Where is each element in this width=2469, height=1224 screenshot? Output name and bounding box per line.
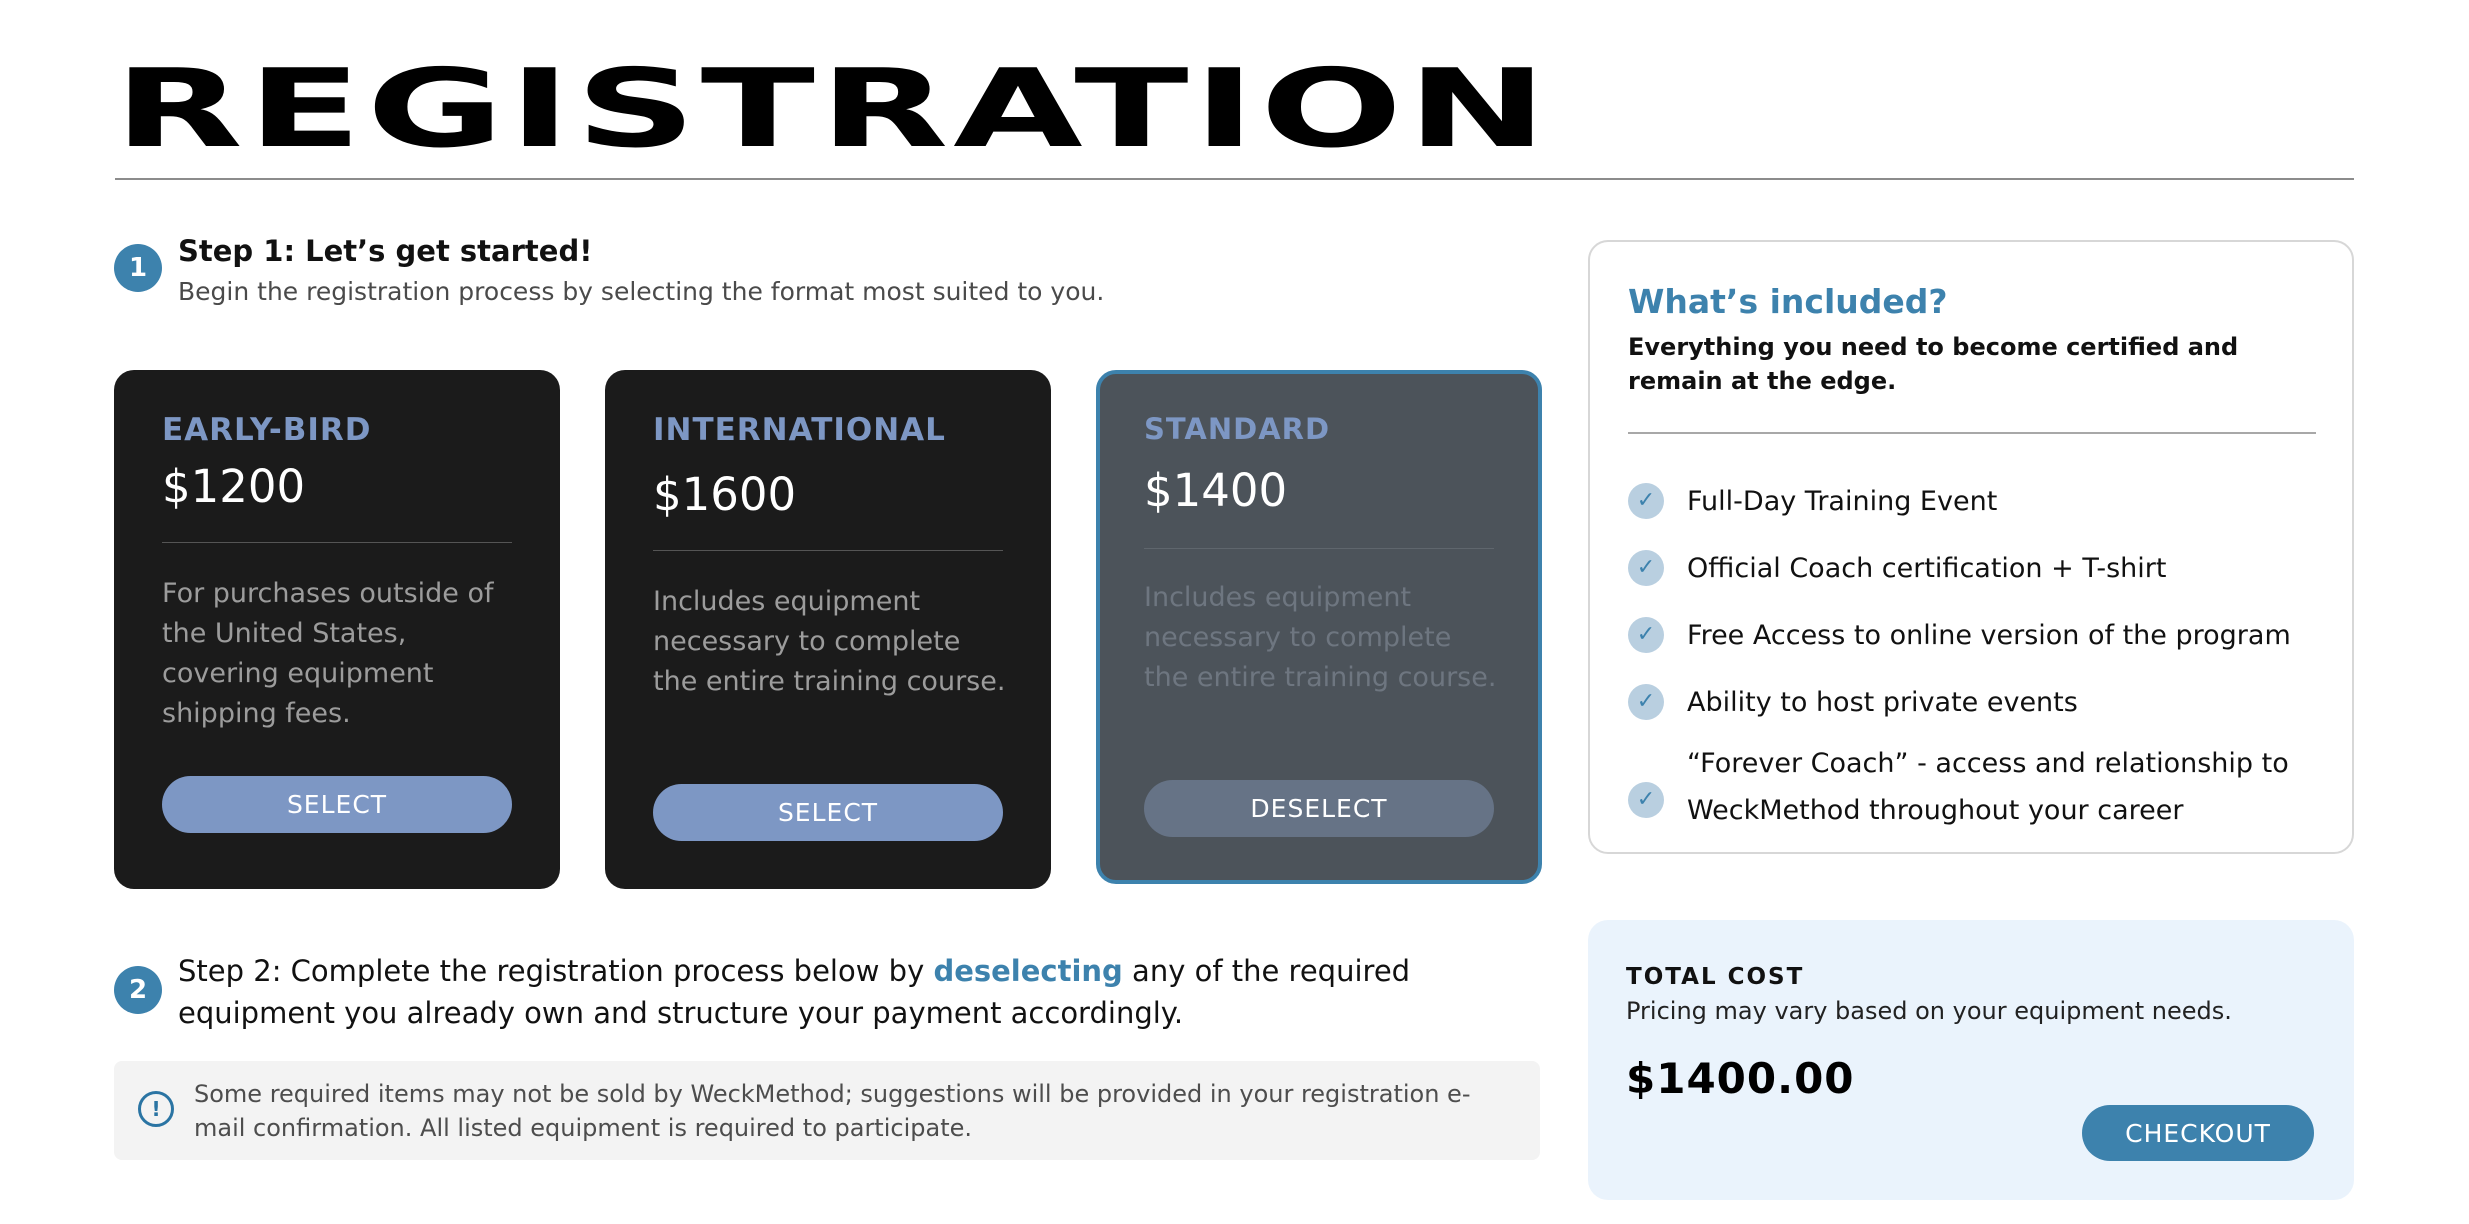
included-divider [1628, 432, 2316, 434]
card-label: STANDARD [1144, 412, 1331, 446]
step-2-instructions: Step 2: Complete the registration proces… [178, 950, 1558, 1034]
notice-text: Some required items may not be sold by W… [194, 1080, 1471, 1142]
page-title: REGISTRATION [114, 47, 1552, 172]
check-icon: ✓ [1628, 782, 1664, 818]
card-divider [1144, 548, 1494, 549]
included-item-text: Ability to host private events [1687, 687, 2078, 718]
step-2-text-before: Step 2: Complete the registration proces… [178, 954, 934, 988]
total-cost-panel: TOTAL COST Pricing may vary based on you… [1588, 920, 2354, 1200]
check-icon: ✓ [1628, 483, 1664, 519]
title-divider [115, 178, 2354, 180]
card-price: $1600 [653, 468, 797, 521]
included-subtitle: Everything you need to become certified … [1628, 333, 2239, 395]
card-label: EARLY-BIRD [162, 412, 372, 448]
card-label: INTERNATIONAL [653, 412, 946, 448]
step-2-badge: 2 [114, 966, 162, 1014]
total-cost-amount: $1400.00 [1626, 1054, 1855, 1103]
card-description: For purchases outside of the United Stat… [162, 578, 494, 729]
equipment-notice: ! Some required items may not be sold by… [114, 1061, 1540, 1160]
card-price: $1400 [1144, 464, 1288, 517]
step-1-badge: 1 [114, 244, 162, 292]
card-divider [653, 550, 1003, 551]
pricing-card-early-bird[interactable]: EARLY-BIRD $1200 For purchases outside o… [114, 370, 560, 889]
included-item-text: Full-Day Training Event [1687, 486, 1998, 517]
card-description: Includes equipment necessary to complete… [1144, 582, 1497, 693]
pricing-card-international[interactable]: INTERNATIONAL $1600 Includes equipment n… [605, 370, 1051, 889]
included-title: What’s included? [1628, 282, 1948, 321]
deselect-button[interactable]: DESELECT [1144, 780, 1494, 837]
deselecting-link[interactable]: deselecting [933, 954, 1122, 988]
pricing-card-standard[interactable]: STANDARD $1400 Includes equipment necess… [1096, 370, 1542, 884]
check-icon: ✓ [1628, 684, 1664, 720]
select-button[interactable]: SELECT [162, 776, 512, 833]
check-icon: ✓ [1628, 550, 1664, 586]
included-item-text: Free Access to online version of the pro… [1687, 620, 2291, 651]
step-1-title: Step 1: Let’s get started! [178, 234, 593, 268]
included-item-text: Official Coach certification + T-shirt [1687, 553, 2167, 584]
step-1-description: Begin the registration process by select… [178, 277, 1105, 306]
card-divider [162, 542, 512, 543]
total-cost-note: Pricing may vary based on your equipment… [1626, 997, 2232, 1025]
total-cost-label: TOTAL COST [1626, 964, 1805, 990]
included-item-text: “Forever Coach” - access and relationshi… [1687, 748, 2289, 826]
whats-included-panel: What’s included? Everything you need to … [1588, 240, 2354, 854]
card-description: Includes equipment necessary to complete… [653, 586, 1006, 697]
card-price: $1200 [162, 460, 306, 513]
checkout-button[interactable]: CHECKOUT [2082, 1105, 2314, 1161]
check-icon: ✓ [1628, 617, 1664, 653]
select-button[interactable]: SELECT [653, 784, 1003, 841]
info-icon: ! [138, 1091, 174, 1127]
